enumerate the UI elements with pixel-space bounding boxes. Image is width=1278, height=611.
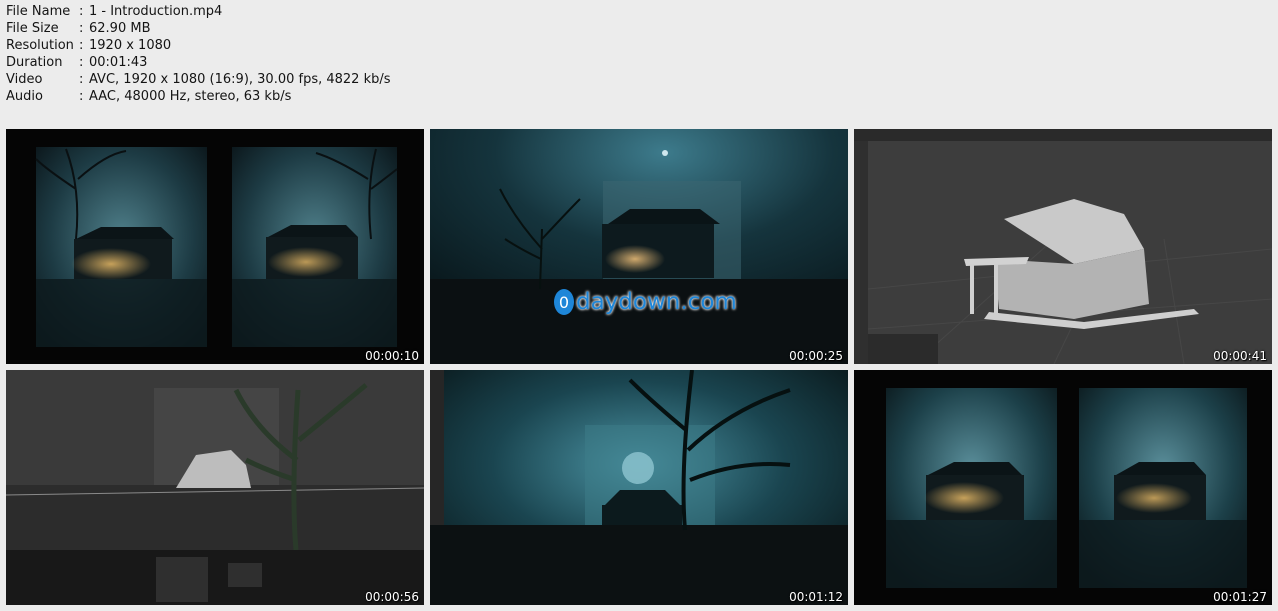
watermark-badge: 0 (554, 289, 574, 315)
info-row-audio: Audio : AAC, 48000 Hz, stereo, 63 kb/s (6, 88, 391, 105)
video-thumbnail-4[interactable]: 00:00:56 (6, 370, 424, 605)
info-separator: : (79, 72, 84, 87)
video-thumbnail-2[interactable]: 0 daydown.com 00:00:25 (430, 129, 848, 364)
watermark-text: daydown.com (576, 289, 737, 315)
info-value: 1 - Introduction.mp4 (89, 4, 223, 19)
info-row-video: Video : AVC, 1920 x 1080 (16:9), 30.00 f… (6, 71, 391, 88)
timestamp-label: 00:00:41 (1213, 349, 1267, 363)
video-thumbnail-1[interactable]: 00:00:10 (6, 129, 424, 364)
watermark-logo: 0 daydown.com (554, 289, 737, 315)
info-value: 00:01:43 (89, 55, 148, 70)
info-key: File Size (6, 21, 59, 36)
info-separator: : (79, 55, 84, 70)
info-row-resolution: Resolution : 1920 x 1080 (6, 37, 391, 54)
info-key: Resolution (6, 38, 74, 53)
info-key: File Name (6, 4, 71, 19)
timestamp-label: 00:01:27 (1213, 590, 1267, 604)
timestamp-label: 00:01:12 (789, 590, 843, 604)
blender-tree-scene (6, 370, 424, 605)
house-paintings-frame (6, 129, 424, 364)
info-key: Audio (6, 89, 43, 104)
house-paintings-final (854, 370, 1272, 605)
night-house-scene (430, 129, 848, 364)
file-info-panel: File Name : 1 - Introduction.mp4 File Si… (6, 3, 391, 105)
render-preview-scene (430, 370, 848, 605)
timestamp-label: 00:00:10 (365, 349, 419, 363)
info-key: Duration (6, 55, 63, 70)
video-thumbnail-5[interactable]: 00:01:12 (430, 370, 848, 605)
timestamp-label: 00:00:25 (789, 349, 843, 363)
blender-house-model (854, 129, 1272, 364)
info-value: 1920 x 1080 (89, 38, 172, 53)
info-separator: : (79, 21, 84, 36)
video-thumbnail-6[interactable]: 00:01:27 (854, 370, 1272, 605)
video-thumbnail-3[interactable]: 00:00:41 (854, 129, 1272, 364)
info-separator: : (79, 89, 84, 104)
info-key: Video (6, 72, 43, 87)
timestamp-label: 00:00:56 (365, 590, 419, 604)
info-separator: : (79, 38, 84, 53)
info-value: 62.90 MB (89, 21, 151, 36)
info-row-duration: Duration : 00:01:43 (6, 54, 391, 71)
info-separator: : (79, 4, 84, 19)
info-value: AVC, 1920 x 1080 (16:9), 30.00 fps, 4822… (89, 72, 391, 87)
info-row-file-size: File Size : 62.90 MB (6, 20, 391, 37)
info-value: AAC, 48000 Hz, stereo, 63 kb/s (89, 89, 292, 104)
info-row-file-name: File Name : 1 - Introduction.mp4 (6, 3, 391, 20)
